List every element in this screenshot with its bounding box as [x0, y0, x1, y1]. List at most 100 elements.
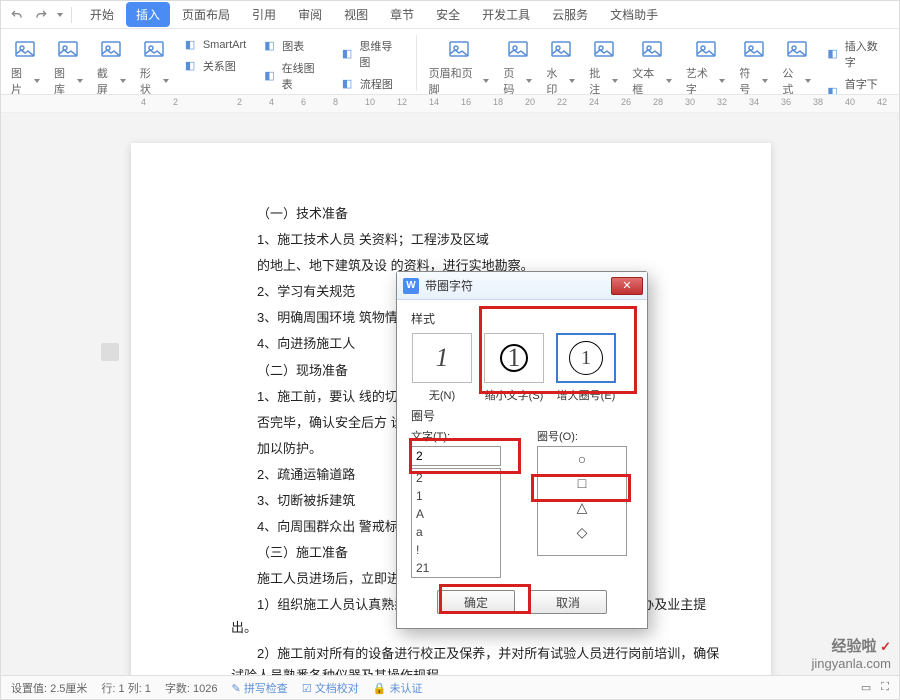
- ok-button[interactable]: 确定: [437, 590, 515, 614]
- text-option[interactable]: 21: [412, 559, 500, 577]
- text-option[interactable]: A: [412, 505, 500, 523]
- ruler-tick: 24: [589, 97, 599, 107]
- ruler-tick: 36: [781, 97, 791, 107]
- undo-icon[interactable]: [9, 7, 25, 23]
- tab-页面布局[interactable]: 页面布局: [172, 2, 240, 27]
- watermark-btn-icon[interactable]: [547, 35, 575, 63]
- textbox-label[interactable]: 文本框: [632, 65, 672, 95]
- gallery-label[interactable]: 图库: [54, 65, 83, 95]
- ruler-tick: 26: [621, 97, 631, 107]
- style-option-small[interactable]: 1缩小文字(S): [483, 333, 545, 403]
- smartart-button[interactable]: ◧SmartArt: [183, 37, 248, 53]
- fullscreen-icon[interactable]: ⛶: [881, 681, 889, 694]
- text-option[interactable]: 1: [412, 487, 500, 505]
- status-proof[interactable]: 文档校对: [315, 683, 359, 695]
- text-listbox[interactable]: 21Aa!21: [411, 468, 501, 578]
- gallery-icon[interactable]: [54, 35, 82, 63]
- tab-开始[interactable]: 开始: [80, 2, 124, 27]
- ring-option[interactable]: △: [538, 495, 626, 520]
- document-line: 2）施工前对所有的设备进行校正及保养，并对所有试验人员进行岗前培训，确保试验人员…: [231, 643, 731, 675]
- page-number-icon[interactable]: [504, 35, 532, 63]
- ruler-tick: 32: [717, 97, 727, 107]
- screenshot-label[interactable]: 截屏: [97, 65, 126, 95]
- shapes-label[interactable]: 形状: [140, 65, 169, 95]
- ruler-tick: 2: [237, 97, 242, 107]
- ruler-tick: 2: [173, 97, 178, 107]
- picture-icon[interactable]: [11, 35, 39, 63]
- relation-icon: ◧: [185, 59, 199, 73]
- equation-icon[interactable]: [783, 35, 811, 63]
- ring-option[interactable]: ○: [538, 447, 626, 471]
- tab-引用[interactable]: 引用: [242, 2, 286, 27]
- ruler-tick: 28: [653, 97, 663, 107]
- tab-章节[interactable]: 章节: [380, 2, 424, 27]
- dialog-title: 带圈字符: [425, 277, 611, 294]
- wordart-icon[interactable]: [692, 35, 720, 63]
- close-button[interactable]: ✕: [611, 277, 643, 295]
- ring-listbox[interactable]: ○□△◇: [537, 446, 627, 556]
- redo-icon[interactable]: [33, 7, 49, 23]
- watermark-btn-label[interactable]: 水印: [546, 65, 575, 95]
- status-wordcount[interactable]: 字数: 1026: [165, 680, 218, 696]
- drop-cap-button[interactable]: ◧首字下沉: [825, 75, 889, 95]
- view-icon[interactable]: ▭: [861, 681, 871, 694]
- flowchart-icon: ◧: [342, 77, 356, 91]
- text-option[interactable]: a: [412, 523, 500, 541]
- ruler-tick: 10: [365, 97, 375, 107]
- relation-button[interactable]: ◧关系图: [183, 57, 238, 75]
- tab-云服务[interactable]: 云服务: [542, 2, 598, 27]
- insert-number-button[interactable]: ◧插入数字: [825, 37, 889, 71]
- text-option[interactable]: 2: [412, 469, 500, 487]
- picture-label[interactable]: 图片: [11, 65, 40, 95]
- tab-插入[interactable]: 插入: [126, 2, 170, 27]
- comment-label[interactable]: 批注: [589, 65, 618, 95]
- ruler-tick: 6: [301, 97, 306, 107]
- ring-label: 圈号(O):: [537, 428, 633, 444]
- tab-文档助手[interactable]: 文档助手: [600, 2, 668, 27]
- tab-审阅[interactable]: 审阅: [288, 2, 332, 27]
- style-option-big[interactable]: 1增大圈号(E): [555, 333, 617, 403]
- header-footer-label[interactable]: 页眉和页脚: [429, 65, 490, 95]
- ring-option[interactable]: ◇: [538, 520, 626, 545]
- ring-option[interactable]: □: [538, 471, 626, 495]
- tab-视图[interactable]: 视图: [334, 2, 378, 27]
- wps-logo-icon: W: [403, 278, 419, 294]
- tab-安全[interactable]: 安全: [426, 2, 470, 27]
- document-line: 1、施工技术人员 关资料；工程涉及区域: [231, 229, 731, 251]
- ruler-tick: 40: [845, 97, 855, 107]
- cancel-button[interactable]: 取消: [529, 590, 607, 614]
- style-option-none[interactable]: 1无(N): [411, 333, 473, 403]
- textbox-icon[interactable]: [638, 35, 666, 63]
- screenshot-icon[interactable]: [97, 35, 125, 63]
- status-auth[interactable]: 未认证: [390, 683, 423, 695]
- enclosure-section-label: 圈号: [411, 407, 633, 424]
- comment-icon[interactable]: [590, 35, 618, 63]
- chart-button[interactable]: ◧图表: [262, 37, 306, 55]
- ruler-tick: 42: [877, 97, 887, 107]
- ruler-tick: 30: [685, 97, 695, 107]
- equation-label[interactable]: 公式: [782, 65, 811, 95]
- wordart-label[interactable]: 艺术字: [686, 65, 726, 95]
- style-section-label: 样式: [411, 310, 633, 327]
- symbol-icon[interactable]: [740, 35, 768, 63]
- smartart-icon: ◧: [185, 38, 199, 52]
- mindmap-icon: ◧: [342, 47, 355, 61]
- ruler-tick: 22: [557, 97, 567, 107]
- header-footer-icon[interactable]: [445, 35, 473, 63]
- status-spellcheck[interactable]: 拼写检查: [244, 683, 288, 695]
- mindmap-button[interactable]: ◧思维导图: [340, 37, 404, 71]
- symbol-label[interactable]: 符号: [739, 65, 768, 95]
- ruler-tick: 16: [461, 97, 471, 107]
- text-input[interactable]: [411, 446, 501, 466]
- ruler-tick: 38: [813, 97, 823, 107]
- online-chart-icon: ◧: [264, 69, 277, 83]
- flowchart-button[interactable]: ◧流程图: [340, 75, 395, 93]
- page-number-label[interactable]: 页码: [503, 65, 532, 95]
- online-chart-button[interactable]: ◧在线图表: [262, 59, 326, 93]
- tab-开发工具[interactable]: 开发工具: [472, 2, 540, 27]
- shapes-icon[interactable]: [140, 35, 168, 63]
- document-line: （一）技术准备: [231, 203, 731, 225]
- text-option[interactable]: !: [412, 541, 500, 559]
- quick-dropdown-icon[interactable]: [57, 13, 63, 17]
- ruler-tick: 34: [749, 97, 759, 107]
